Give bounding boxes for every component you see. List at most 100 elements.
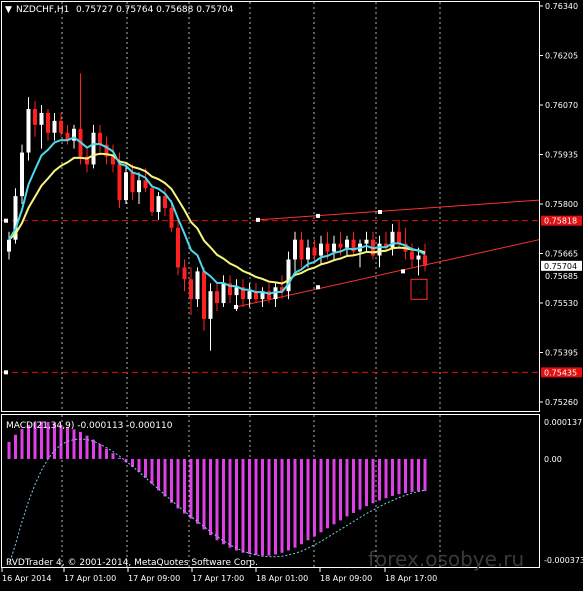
macd-histogram-bar: [92, 439, 95, 459]
macd-histogram-bar: [391, 458, 394, 496]
bear-candle: [33, 108, 37, 125]
bull-candle: [124, 172, 128, 201]
marker-box: [410, 278, 428, 300]
channel-anchor: [316, 213, 320, 218]
macd-histogram-bar: [410, 458, 414, 492]
bull-candle: [377, 243, 382, 256]
macd-histogram-bar: [417, 458, 420, 492]
bear-candle: [176, 227, 180, 268]
macd-histogram-bar: [118, 457, 121, 459]
macd-histogram-bar: [85, 435, 89, 459]
bull-candle: [247, 291, 252, 300]
time-label: 16 Apr 2014: [2, 574, 51, 583]
bear-candle: [143, 180, 148, 189]
bear-candle: [117, 164, 122, 201]
bear-candle: [98, 132, 102, 145]
level-anchor: [4, 370, 8, 375]
macd-histogram-bar: [404, 458, 407, 494]
macd-axis: 0.000137 0.00 -0.000373: [544, 418, 583, 565]
bull-candle: [52, 120, 57, 133]
macd-histogram-bar: [163, 458, 167, 497]
bull-candle: [7, 239, 11, 252]
price-label: 0.76340: [545, 2, 578, 11]
bear-candle: [215, 291, 219, 304]
price-label: 0.75800: [545, 200, 578, 209]
price-label: 0.76070: [545, 101, 578, 110]
bear-candle: [312, 247, 317, 256]
macd-histogram-bar: [157, 458, 160, 491]
bull-candle: [20, 152, 24, 197]
bull-candle: [39, 112, 44, 125]
bull-candle: [234, 287, 239, 296]
bear-candle: [202, 271, 206, 319]
macd-histogram-bar: [378, 458, 381, 501]
time-label: 18 Apr 17:00: [385, 574, 437, 583]
bear-candle: [325, 243, 330, 252]
macd-histogram-bar: [313, 458, 316, 537]
macd-histogram-bar: [306, 458, 310, 541]
macd-histogram-bar: [248, 458, 251, 554]
macd-histogram-bar: [137, 458, 141, 473]
bull-candle: [26, 108, 31, 153]
macd-histogram-bar: [274, 458, 277, 555]
macd-histogram-bar: [371, 458, 375, 504]
price-label: 0.75665: [545, 250, 578, 259]
macd-histogram-bar: [14, 434, 17, 459]
macd-histogram-bar: [300, 458, 303, 545]
bear-candle: [299, 239, 304, 260]
macd-histogram-bar: [365, 458, 368, 507]
macd-histogram-bar: [215, 458, 219, 541]
bear-candle: [59, 120, 63, 133]
macd-axis-label: -0.000373: [544, 556, 583, 565]
bull-candle: [416, 255, 421, 260]
bear-candle: [423, 255, 427, 266]
macd-histogram-bar: [254, 458, 258, 556]
bull-candle: [221, 283, 226, 304]
main-pane-frame: [1, 1, 540, 412]
bear-candle: [182, 267, 187, 280]
price-axis: 0.76340 0.76205 0.76070 0.75935 0.75800 0.756…: [539, 2, 582, 407]
price-label: 0.75935: [545, 151, 578, 160]
price-chart[interactable]: ▼ NZDCHF,H1 0.75727 0.75764 0.75688 0.75…: [0, 0, 583, 587]
level-anchor: [4, 218, 8, 223]
channel-line: [257, 199, 540, 221]
macd-axis-label: 0.00: [544, 455, 562, 464]
bull-candle: [156, 196, 161, 212]
bull-candle: [332, 243, 336, 252]
macd-histogram-bar: [66, 427, 69, 459]
macd-histogram-bar: [79, 431, 82, 459]
symbol-icon: ▼: [5, 5, 12, 15]
level-price-label: 0.75818: [544, 217, 577, 226]
macd-histogram-bar: [358, 458, 362, 510]
macd-histogram-bar: [332, 458, 336, 525]
macd-histogram-bar: [105, 448, 108, 459]
bear-candle: [338, 243, 343, 248]
ohlc-values: 0.75727 0.75764 0.75688 0.75704: [76, 5, 234, 15]
copyright-text: RVDTrader 4, © 2001-2014, MetaQuotes Sof…: [6, 558, 258, 568]
bear-candle: [169, 208, 174, 228]
macd-histogram-bar: [319, 458, 323, 533]
time-label: 17 Apr 01:00: [64, 574, 116, 583]
ma-slow-line: [8, 152, 426, 285]
bull-candle: [91, 132, 96, 165]
bear-candle: [410, 251, 414, 260]
macd-histogram-bar: [20, 429, 24, 459]
macd-histogram-bar: [352, 458, 355, 513]
macd-histogram-bar: [326, 458, 329, 529]
bear-candle: [189, 279, 193, 300]
macd-histogram-bar: [183, 458, 186, 514]
macd-histogram-bar: [293, 458, 297, 548]
moving-averages: [8, 136, 426, 295]
channel-anchor: [256, 217, 260, 222]
price-label: 0.75685: [545, 272, 578, 281]
macd-header: MACD(21,34,9) -0.000113 -0.000110: [6, 421, 173, 431]
macd-histogram-bar: [384, 458, 388, 499]
macd-histogram-bar: [209, 458, 212, 536]
macd-histogram-bar: [72, 429, 76, 459]
macd-histogram-bar: [267, 458, 271, 556]
bull-candle: [208, 291, 213, 319]
macd-indicator: [7, 421, 427, 566]
macd-histogram-bar: [202, 458, 206, 530]
bull-candle: [195, 271, 200, 300]
macd-histogram-bar: [98, 444, 102, 459]
